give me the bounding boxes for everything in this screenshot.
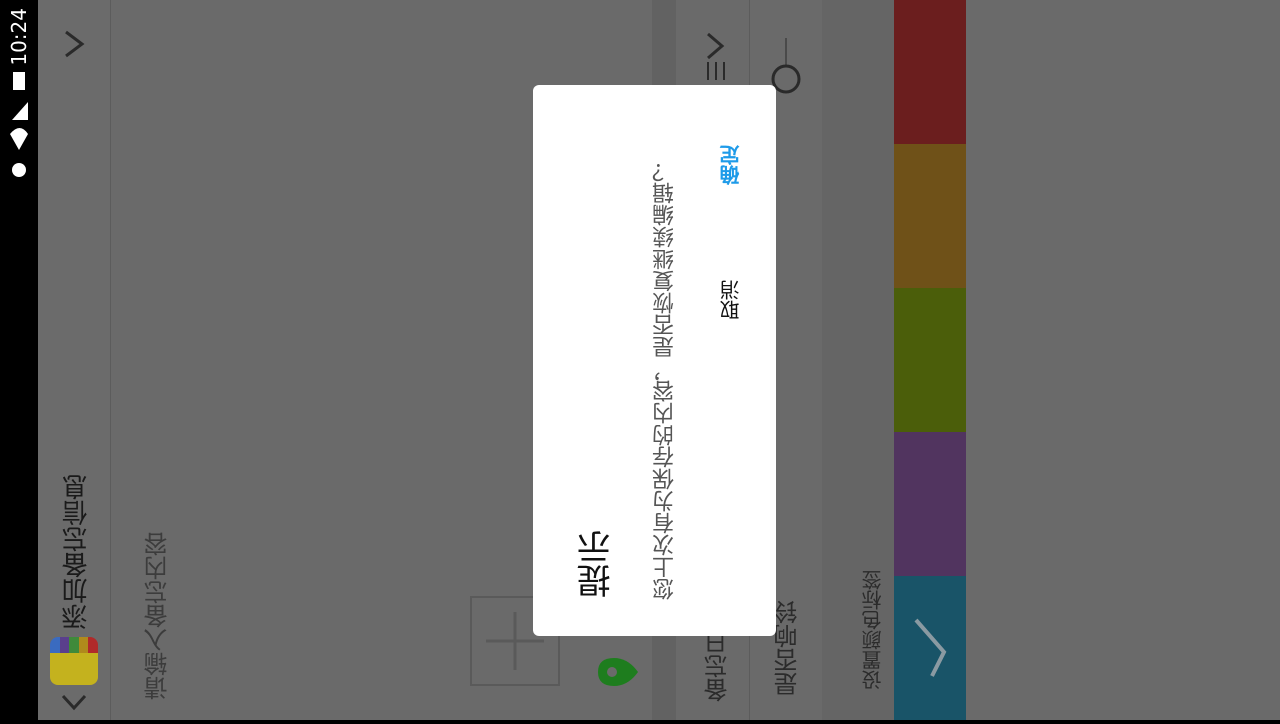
memo-content-input[interactable]: 请输入备忘内容 [140,480,175,700]
battery-icon [13,72,25,90]
signal-icon [12,102,28,120]
chevron-right-icon [914,618,947,677]
page-title: 添加备忘信息 [62,474,92,630]
ok-button[interactable]: 确定 [716,145,745,185]
status-icons [10,72,28,177]
color-swatch-blue[interactable] [894,576,966,720]
color-tag-label: 设置颜色标签 [861,570,885,690]
menu-icon[interactable] [704,58,728,84]
chevron-right-icon[interactable] [702,30,730,60]
color-swatch-purple[interactable] [894,432,966,576]
notes-app-icon [50,637,98,685]
location-icon [12,163,26,177]
color-swatch-red[interactable] [894,0,966,144]
wifi-icon [10,128,28,150]
color-swatch-green[interactable] [894,288,966,432]
dialog-message: 您上次有为保存的内容，是否恢复继续编辑？ [653,160,678,600]
color-swatch-orange[interactable] [894,144,966,288]
cancel-button[interactable]: 取消 [716,280,745,320]
chevron-right-icon[interactable] [60,28,88,60]
chevron-down-icon[interactable] [60,690,88,714]
location-pin-icon[interactable] [594,652,640,692]
divider [110,0,111,720]
dialog-title: 提示 [577,530,617,598]
status-time: 10:24 [7,8,31,66]
memo-date-label: 备忘日 [704,630,732,702]
